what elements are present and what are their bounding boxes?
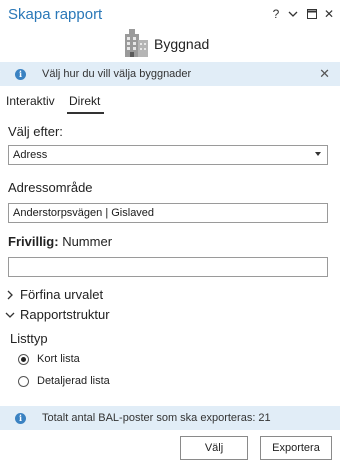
- radio-detailed-list-label: Detaljerad lista: [37, 375, 110, 387]
- info-icon: i: [15, 68, 26, 80]
- radio-short-list[interactable]: Kort lista: [18, 353, 80, 365]
- info-bar: i Välj hur du vill välja byggnader ✕: [0, 62, 340, 86]
- address-area-label: Adressområde: [8, 180, 93, 195]
- window-title: Skapa rapport: [8, 6, 103, 23]
- info-close-button[interactable]: ✕: [319, 66, 330, 82]
- tab-direkt[interactable]: Direkt: [69, 94, 100, 108]
- info-text: Välj hur du vill välja byggnader: [42, 68, 192, 80]
- refine-section-header[interactable]: Förfina urvalet: [6, 287, 103, 302]
- list-type-label: Listtyp: [10, 331, 48, 346]
- select-by-dropdown[interactable]: Adress: [8, 145, 328, 165]
- number-label-text: Nummer: [62, 234, 113, 249]
- select-by-value: Adress: [13, 149, 48, 161]
- status-text: Totalt antal BAL-poster som ska exporter…: [42, 412, 271, 424]
- help-button[interactable]: ?: [269, 6, 283, 22]
- active-tab-indicator: [67, 112, 104, 114]
- restore-button[interactable]: [305, 6, 319, 22]
- status-bar: i Totalt antal BAL-poster som ska export…: [0, 406, 340, 430]
- caret-down-icon: [315, 152, 321, 156]
- radio-button-checked[interactable]: [18, 353, 29, 365]
- close-window-button[interactable]: ✕: [322, 6, 336, 22]
- number-input[interactable]: [8, 257, 328, 277]
- optional-prefix: Frivillig:: [8, 234, 59, 249]
- radio-detailed-list[interactable]: Detaljerad lista: [18, 375, 110, 387]
- restore-icon: [307, 9, 317, 19]
- select-by-label: Välj efter:: [8, 124, 63, 139]
- info-icon: i: [15, 412, 26, 424]
- choose-button[interactable]: Välj: [180, 436, 248, 460]
- radio-button-unchecked[interactable]: [18, 375, 29, 387]
- building-icon: [125, 29, 148, 57]
- address-area-input[interactable]: Anderstorpsvägen | Gislaved: [8, 203, 328, 223]
- menu-chevron-button[interactable]: [286, 6, 300, 22]
- tab-interaktiv[interactable]: Interaktiv: [6, 94, 55, 108]
- export-button[interactable]: Exportera: [260, 436, 332, 460]
- report-structure-label: Rapportstruktur: [20, 307, 110, 322]
- chevron-right-icon: [7, 290, 13, 299]
- building-label: Byggnad: [154, 36, 210, 52]
- chevron-down-icon: [288, 11, 298, 17]
- number-label: Frivillig: Nummer: [8, 234, 112, 249]
- chevron-down-icon: [5, 312, 15, 318]
- report-structure-header[interactable]: Rapportstruktur: [5, 307, 110, 322]
- radio-short-list-label: Kort lista: [37, 353, 80, 365]
- refine-label: Förfina urvalet: [20, 287, 104, 302]
